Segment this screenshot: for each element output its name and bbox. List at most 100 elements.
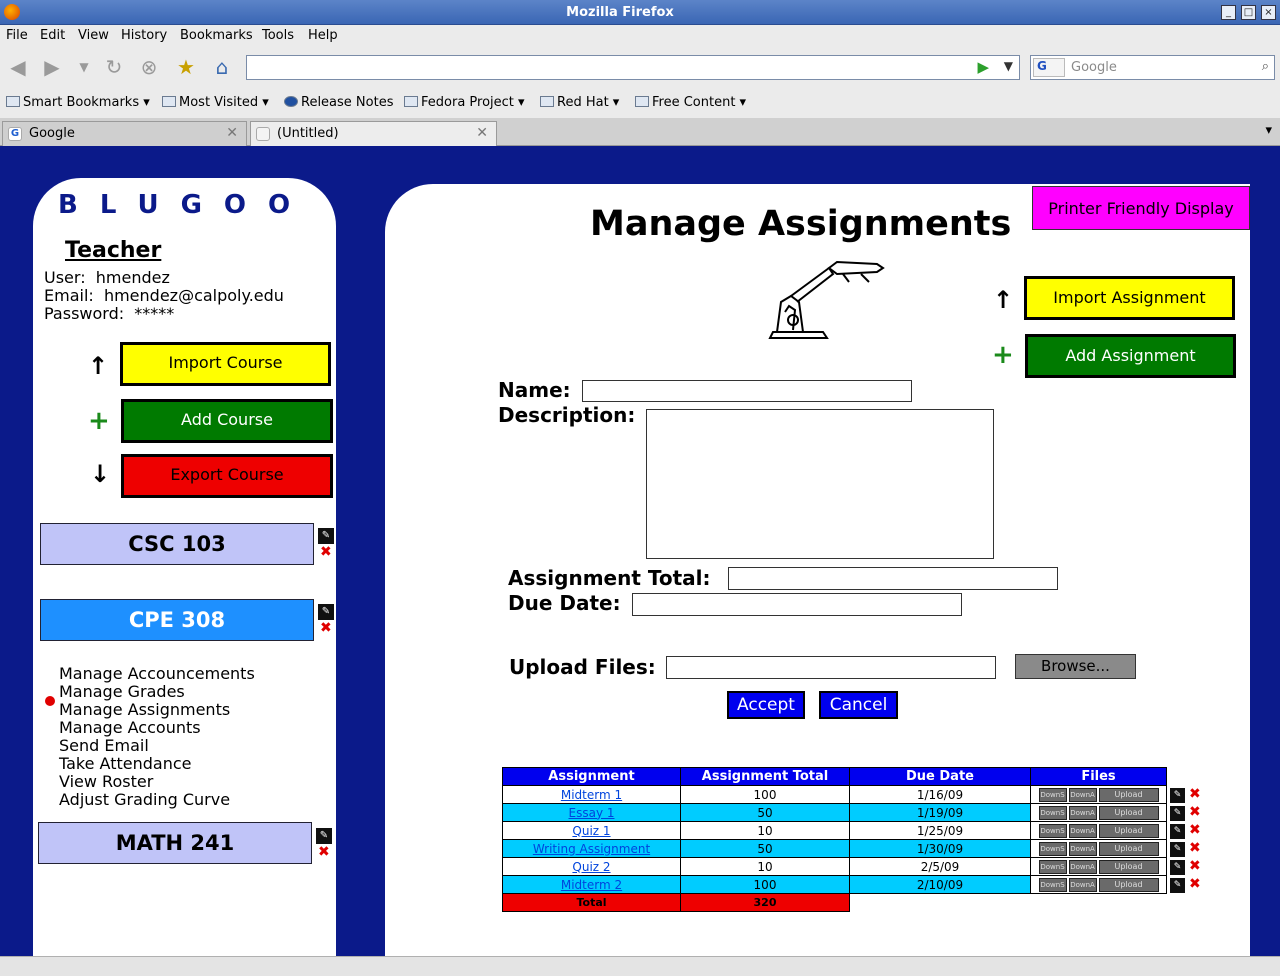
menu-take-attendance[interactable]: Take Attendance — [59, 754, 192, 773]
upload-button[interactable]: Upload — [1098, 787, 1159, 802]
tab-untitled[interactable]: (Untitled) ✕ — [250, 121, 497, 146]
download-a-button[interactable]: DownA — [1068, 787, 1097, 802]
download-s-button[interactable]: DownS — [1038, 841, 1067, 856]
close-window-icon[interactable]: × — [1261, 5, 1276, 20]
add-course-button[interactable]: Add Course — [121, 399, 333, 443]
bookmark-star-icon[interactable]: ★ — [174, 55, 198, 79]
edit-pencil-icon[interactable]: ✎ — [1170, 806, 1185, 821]
assignment-link[interactable]: Midterm 2 — [561, 878, 622, 892]
description-textarea[interactable] — [646, 409, 994, 559]
download-s-button[interactable]: DownS — [1038, 877, 1067, 892]
assignment-link[interactable]: Quiz 1 — [572, 824, 610, 838]
menu-file[interactable]: File — [6, 28, 28, 43]
go-icon[interactable]: ▶ — [977, 58, 989, 76]
browse-button[interactable]: Browse... — [1015, 654, 1136, 679]
export-course-button[interactable]: Export Course — [121, 454, 333, 498]
delete-x-icon[interactable]: ✖ — [1189, 840, 1201, 856]
edit-pencil-icon[interactable]: ✎ — [318, 604, 334, 620]
course-cpe-308[interactable]: CPE 308 — [40, 599, 314, 641]
import-assignment-button[interactable]: Import Assignment — [1024, 276, 1235, 320]
url-bar[interactable]: ▶ ▼ — [246, 55, 1020, 80]
edit-pencil-icon[interactable]: ✎ — [316, 828, 332, 844]
upload-button[interactable]: Upload — [1098, 805, 1159, 820]
assignment-link[interactable]: Writing Assignment — [533, 842, 650, 856]
edit-pencil-icon[interactable]: ✎ — [318, 528, 334, 544]
course-math-241[interactable]: MATH 241 — [38, 822, 312, 864]
search-engine-icon[interactable]: G — [1033, 58, 1065, 77]
delete-x-icon[interactable]: ✖ — [1189, 786, 1201, 802]
menu-bookmarks[interactable]: Bookmarks — [180, 28, 253, 43]
printer-friendly-button[interactable]: Printer Friendly Display — [1032, 186, 1250, 230]
bookmark-fedora-project[interactable]: Fedora Project ▾ — [404, 95, 525, 110]
upload-button[interactable]: Upload — [1098, 841, 1159, 856]
download-s-button[interactable]: DownS — [1038, 805, 1067, 820]
delete-x-icon[interactable]: ✖ — [318, 844, 330, 860]
menu-manage-grades[interactable]: Manage Grades — [59, 682, 185, 701]
download-s-button[interactable]: DownS — [1038, 859, 1067, 874]
delete-x-icon[interactable]: ✖ — [1189, 804, 1201, 820]
import-course-button[interactable]: Import Course — [120, 342, 331, 386]
delete-x-icon[interactable]: ✖ — [320, 544, 332, 560]
search-box[interactable]: G Google ⌕ — [1030, 55, 1275, 80]
bookmark-most-visited[interactable]: Most Visited ▾ — [162, 95, 269, 110]
menu-history[interactable]: History — [121, 28, 167, 43]
download-s-button[interactable]: DownS — [1038, 787, 1067, 802]
close-tab-icon[interactable]: ✕ — [476, 125, 488, 141]
bookmark-red-hat[interactable]: Red Hat ▾ — [540, 95, 619, 110]
reload-icon[interactable]: ↻ — [102, 55, 126, 79]
tab-list-icon[interactable]: ▾ — [1265, 123, 1272, 138]
tab-google[interactable]: G Google ✕ — [2, 121, 247, 146]
upload-file-input[interactable] — [666, 656, 996, 679]
forward-icon[interactable]: ▶ — [40, 55, 64, 79]
assignment-link[interactable]: Midterm 1 — [561, 788, 622, 802]
menu-tools[interactable]: Tools — [262, 28, 294, 43]
assignment-total-input[interactable] — [728, 567, 1058, 590]
upload-button[interactable]: Upload — [1098, 823, 1159, 838]
edit-pencil-icon[interactable]: ✎ — [1170, 824, 1185, 839]
bookmark-free-content[interactable]: Free Content ▾ — [635, 95, 746, 110]
cancel-button[interactable]: Cancel — [819, 691, 898, 719]
menu-manage-assignments[interactable]: Manage Assignments — [59, 700, 230, 719]
edit-pencil-icon[interactable]: ✎ — [1170, 842, 1185, 857]
edit-pencil-icon[interactable]: ✎ — [1170, 860, 1185, 875]
minimize-icon[interactable]: _ — [1221, 5, 1236, 20]
back-icon[interactable]: ◀ — [6, 55, 30, 79]
stop-icon[interactable]: ⊗ — [137, 55, 161, 79]
upload-button[interactable]: Upload — [1098, 877, 1159, 892]
download-a-button[interactable]: DownA — [1068, 841, 1097, 856]
close-tab-icon[interactable]: ✕ — [226, 125, 238, 141]
accept-button[interactable]: Accept — [727, 691, 805, 719]
delete-x-icon[interactable]: ✖ — [1189, 822, 1201, 838]
download-a-button[interactable]: DownA — [1068, 805, 1097, 820]
assignment-link[interactable]: Essay 1 — [569, 806, 615, 820]
menu-view-roster[interactable]: View Roster — [59, 772, 153, 791]
bookmark-release-notes[interactable]: Release Notes — [284, 95, 393, 110]
download-a-button[interactable]: DownA — [1068, 877, 1097, 892]
menu-adjust-grading-curve[interactable]: Adjust Grading Curve — [59, 790, 230, 809]
menu-send-email[interactable]: Send Email — [59, 736, 149, 755]
maximize-icon[interactable]: □ — [1241, 5, 1256, 20]
download-a-button[interactable]: DownA — [1068, 823, 1097, 838]
download-s-button[interactable]: DownS — [1038, 823, 1067, 838]
home-icon[interactable]: ⌂ — [210, 55, 234, 79]
menu-manage-accounts[interactable]: Manage Accounts — [59, 718, 201, 737]
delete-x-icon[interactable]: ✖ — [1189, 858, 1201, 874]
due-date-input[interactable] — [632, 593, 962, 616]
edit-pencil-icon[interactable]: ✎ — [1170, 878, 1185, 893]
menu-help[interactable]: Help — [308, 28, 338, 43]
history-dropdown-icon[interactable]: ▼ — [72, 55, 96, 79]
edit-pencil-icon[interactable]: ✎ — [1170, 788, 1185, 803]
assignment-link[interactable]: Quiz 2 — [572, 860, 610, 874]
delete-x-icon[interactable]: ✖ — [1189, 876, 1201, 892]
menu-edit[interactable]: Edit — [40, 28, 65, 43]
search-icon[interactable]: ⌕ — [1262, 59, 1269, 74]
menu-view[interactable]: View — [78, 28, 109, 43]
upload-button[interactable]: Upload — [1098, 859, 1159, 874]
add-assignment-button[interactable]: Add Assignment — [1025, 334, 1236, 378]
url-dropdown-icon[interactable]: ▼ — [1004, 59, 1013, 73]
menu-manage-announcements[interactable]: Manage Accouncements — [59, 664, 255, 683]
bookmark-smart-bookmarks[interactable]: Smart Bookmarks ▾ — [6, 95, 150, 110]
name-input[interactable] — [582, 380, 912, 402]
delete-x-icon[interactable]: ✖ — [320, 620, 332, 636]
download-a-button[interactable]: DownA — [1068, 859, 1097, 874]
